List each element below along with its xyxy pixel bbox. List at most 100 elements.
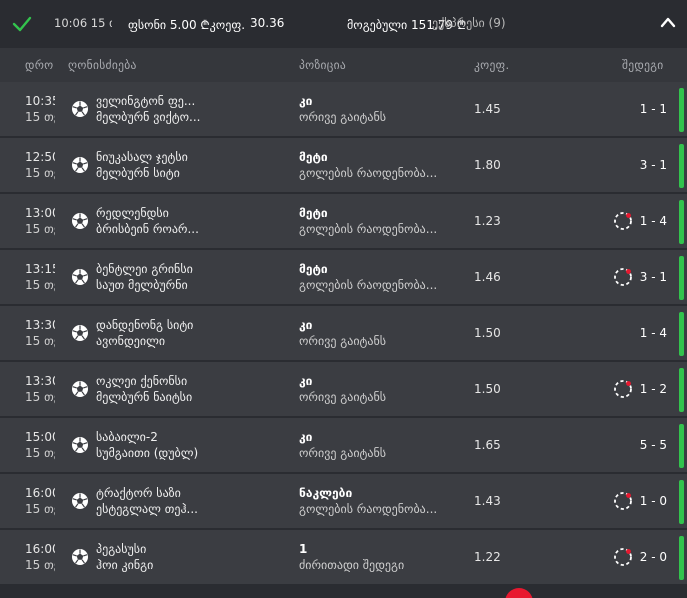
bet-pick: მეტი <box>299 262 328 276</box>
match-date: 15 თე <box>25 222 55 236</box>
table-row[interactable]: 13:30 15 თე ოკლეი ქენონსი მელბურნ ნაიტსი კი ო… <box>0 362 687 418</box>
bet-pick: ნაკლები <box>299 486 353 500</box>
live-stream-icon[interactable] <box>613 491 633 511</box>
bet-market: გოლების რაოდენობა... <box>299 222 438 236</box>
row-odds: 1.50 <box>474 326 501 340</box>
bet-pick: კი <box>299 94 313 108</box>
table-row[interactable]: 10:35 15 თე ველინგტონ ფე... მელბურნ ვიქტო..… <box>0 82 687 138</box>
live-stream-icon[interactable] <box>613 267 633 287</box>
football-icon <box>71 324 89 342</box>
bet-pick: მეტი <box>299 206 328 220</box>
bet-pick: კი <box>299 374 313 388</box>
bet-market: ძირითადი შედეგი <box>299 558 405 572</box>
match-time: 16:00 <box>25 486 55 500</box>
football-icon <box>71 156 89 174</box>
home-team: ნიუკასალ ჯეტსი <box>96 150 188 164</box>
match-date: 15 თე <box>25 390 55 404</box>
match-date: 15 თე <box>25 278 55 292</box>
bet-time: 10:06 15 თ <box>54 16 112 30</box>
live-stream-icon[interactable] <box>613 547 633 567</box>
row-odds: 1.45 <box>474 102 501 116</box>
match-date: 15 თე <box>25 446 55 460</box>
home-team: რედლენდსი <box>96 206 169 220</box>
bet-market: ორივე გაიტანს <box>299 390 387 404</box>
row-divider <box>0 584 687 586</box>
match-time: 15:00 <box>25 430 55 444</box>
match-score: 3 - 1 <box>639 158 667 172</box>
win-indicator <box>679 256 684 300</box>
football-icon <box>71 212 89 230</box>
match-date: 15 თე <box>25 502 55 516</box>
table-row[interactable]: 13:00 15 თე რედლენდსი ბრისბეინ როარ... მეტი გ… <box>0 194 687 250</box>
row-odds: 1.65 <box>474 438 501 452</box>
col-event: ღონისძიება <box>68 58 137 72</box>
chevron-up-icon[interactable] <box>660 16 676 28</box>
match-date: 15 თე <box>25 334 55 348</box>
row-odds: 1.23 <box>474 214 501 228</box>
column-header: დრო ღონისძიება პოზიცია კოეფ. შედეგი <box>0 48 687 82</box>
football-icon <box>71 436 89 454</box>
win-indicator <box>679 424 684 468</box>
bet-market: ორივე გაიტანს <box>299 446 387 460</box>
table-row[interactable]: 13:30 15 თე დანდენონგ სიტი ავონდეილი კი ორივე… <box>0 306 687 362</box>
match-score: 1 - 0 <box>639 494 667 508</box>
match-time: 13:30 <box>25 318 55 332</box>
bet-pick: 1 <box>299 542 308 556</box>
bet-odds: 30.36 <box>250 16 285 30</box>
win-indicator <box>679 480 684 524</box>
row-odds: 1.22 <box>474 550 501 564</box>
table-row[interactable]: 16:00 15 თე პეგასუსი ჰოი კინგი 1 ძირითადი შედ… <box>0 530 687 586</box>
check-icon <box>12 16 32 32</box>
table-row[interactable]: 16:00 15 თე ტრაქტორ საზი ესტეგლალ თეჰ... ნაკ… <box>0 474 687 530</box>
match-time: 13:15 <box>25 262 55 276</box>
match-score: 3 - 1 <box>639 270 667 284</box>
match-score: 1 - 2 <box>639 382 667 396</box>
away-team: საუთ მელბურნი <box>96 278 188 292</box>
football-icon <box>71 100 89 118</box>
home-team: დანდენონგ სიტი <box>96 318 194 332</box>
football-icon <box>71 492 89 510</box>
match-score: 1 - 4 <box>639 214 667 228</box>
col-position: პოზიცია <box>299 58 347 72</box>
match-time: 13:00 <box>25 206 55 220</box>
match-date: 15 თე <box>25 558 55 572</box>
away-team: ჰოი კინგი <box>96 558 154 572</box>
match-date: 15 თე <box>25 110 55 124</box>
away-team: მელბურნ ვიქტო... <box>96 110 201 124</box>
bet-pick: კი <box>299 430 313 444</box>
bet-amount: ფსონი 5.00 ₾კოეფ. <box>128 18 246 32</box>
col-time: დრო <box>25 58 54 72</box>
football-icon <box>71 380 89 398</box>
live-stream-icon[interactable] <box>613 379 633 399</box>
table-row[interactable]: 15:00 15 თე საბაილი-2 სუმგაითი (დუბლ) კი ორივ… <box>0 418 687 474</box>
match-score: 5 - 5 <box>639 438 667 452</box>
match-score: 2 - 0 <box>639 550 667 564</box>
bet-market: ორივე გაიტანს <box>299 334 387 348</box>
away-team: მელბურნ ნაიტსი <box>96 390 193 404</box>
row-odds: 1.43 <box>474 494 501 508</box>
col-result: შედეგი <box>622 58 664 72</box>
row-odds: 1.46 <box>474 270 501 284</box>
match-date: 15 თე <box>25 166 55 180</box>
football-icon <box>71 548 89 566</box>
home-team: პეგასუსი <box>96 542 147 556</box>
away-team: ავონდეილი <box>96 334 166 348</box>
match-time: 12:50 <box>25 150 55 164</box>
football-icon <box>71 268 89 286</box>
bet-pick: მეტი <box>299 150 328 164</box>
home-team: ველინგტონ ფე... <box>96 94 196 108</box>
away-team: ესტეგლალ თეჰ... <box>96 502 198 516</box>
table-row[interactable]: 13:15 15 თე ბენტლეი გრინსი საუთ მელბურნი მეტ… <box>0 250 687 306</box>
win-indicator <box>679 312 684 356</box>
match-time: 10:35 <box>25 94 55 108</box>
table-row[interactable]: 12:50 15 თე ნიუკასალ ჯეტსი მელბურნ სიტი მეტი… <box>0 138 687 194</box>
bet-header[interactable]: 10:06 15 თ ფსონი 5.00 ₾კოეფ. 30.36 მოგებ… <box>0 0 687 48</box>
match-time: 16:00 <box>25 542 55 556</box>
action-button[interactable] <box>505 588 533 598</box>
row-odds: 1.50 <box>474 382 501 396</box>
bet-market: გოლების რაოდენობა... <box>299 278 438 292</box>
home-team: ბენტლეი გრინსი <box>96 262 193 276</box>
match-time: 13:30 <box>25 374 55 388</box>
live-stream-icon[interactable] <box>613 211 633 231</box>
bet-pick: კი <box>299 318 313 332</box>
